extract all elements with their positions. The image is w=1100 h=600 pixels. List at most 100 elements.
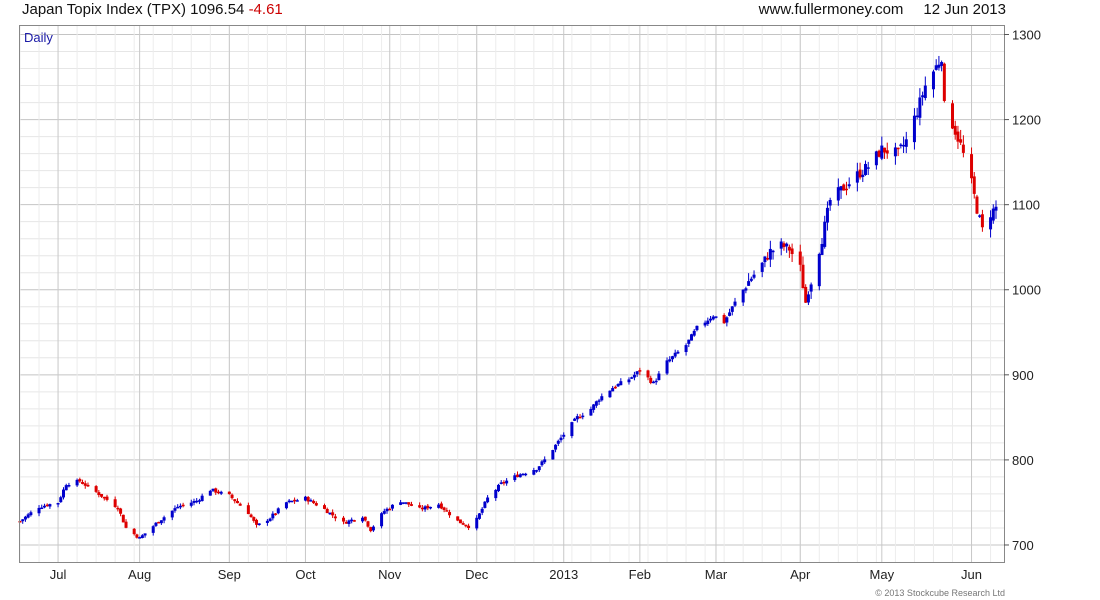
candle-body	[135, 534, 139, 538]
candle	[102, 496, 106, 501]
candle-body	[513, 475, 517, 481]
candle-body	[817, 253, 821, 287]
candle	[619, 378, 623, 386]
candle	[61, 487, 65, 500]
candle	[902, 136, 906, 154]
candle	[233, 499, 237, 504]
candle	[763, 256, 767, 268]
candle	[535, 469, 539, 473]
candle	[768, 240, 772, 268]
candle-body	[899, 144, 903, 147]
candle-body	[961, 144, 965, 153]
candle-body	[467, 525, 471, 529]
candle-body	[331, 512, 335, 516]
candle-body	[575, 416, 579, 420]
candle-body	[314, 503, 318, 506]
candle-body	[771, 250, 775, 253]
candle	[418, 502, 422, 509]
candle-body	[842, 184, 846, 191]
candle-body	[578, 416, 582, 419]
candle	[235, 498, 239, 504]
candle	[842, 183, 846, 191]
candle	[646, 369, 650, 381]
candle-body	[274, 513, 278, 515]
candle	[695, 325, 699, 332]
candle	[532, 467, 536, 476]
candle-body	[931, 71, 935, 90]
candle-body	[766, 258, 770, 260]
candle-body	[132, 528, 136, 535]
candle	[132, 527, 136, 536]
candle-body	[448, 512, 452, 516]
candle	[627, 377, 631, 385]
candle	[268, 517, 272, 522]
candle-body	[173, 508, 177, 511]
y-tick-label: 1000	[1012, 283, 1041, 298]
candle	[632, 371, 636, 381]
candle	[518, 473, 522, 478]
candle-body	[521, 473, 525, 476]
candle	[673, 349, 677, 359]
candle	[959, 129, 963, 146]
candle	[942, 62, 946, 103]
candle-body	[934, 65, 938, 70]
candle-body	[401, 502, 405, 504]
candle	[480, 507, 484, 516]
candle	[211, 488, 215, 493]
candle-body	[56, 503, 60, 505]
candle	[249, 513, 253, 518]
candle-body	[956, 131, 960, 142]
plot-frame	[19, 25, 1005, 563]
candle	[246, 502, 250, 515]
candle-body	[798, 251, 802, 265]
candle-body	[744, 288, 748, 291]
candle-body	[67, 485, 71, 487]
candle	[100, 493, 104, 498]
candle	[502, 480, 506, 486]
candle	[494, 488, 498, 501]
candle	[385, 507, 389, 514]
candle	[554, 444, 558, 453]
candle-body	[181, 504, 185, 507]
candle-body	[695, 325, 699, 331]
candle	[380, 512, 384, 529]
candle-body	[858, 169, 862, 178]
candle-body	[904, 139, 908, 147]
candle-body	[486, 497, 490, 503]
x-tick-label: Mar	[705, 567, 728, 582]
candle-body	[806, 294, 810, 303]
candle	[178, 503, 182, 510]
candle	[255, 518, 259, 528]
candle-body	[785, 243, 789, 247]
candle-body	[953, 125, 957, 135]
candle-body	[711, 316, 715, 320]
candle	[594, 400, 598, 408]
candle-body	[369, 527, 373, 532]
candle-body	[64, 485, 68, 491]
candle	[923, 76, 927, 101]
candle	[257, 523, 261, 526]
candle-body	[725, 317, 729, 323]
y-tick-label: 1300	[1012, 28, 1041, 43]
candle	[771, 249, 775, 260]
candle	[684, 343, 688, 356]
candle	[725, 316, 729, 327]
candle-body	[668, 359, 672, 362]
candle-body	[276, 508, 280, 514]
candle-body	[306, 497, 310, 502]
candle-body	[749, 278, 753, 281]
candle	[817, 252, 821, 291]
candle-body	[233, 499, 237, 502]
candle	[366, 520, 370, 528]
candle-body	[162, 517, 166, 521]
candle-body	[246, 505, 250, 515]
candle	[361, 516, 365, 523]
candle	[445, 507, 449, 512]
candle	[477, 512, 481, 520]
candle-body	[676, 351, 680, 354]
candle-body	[235, 501, 239, 504]
candle	[825, 201, 829, 231]
candle	[741, 289, 745, 306]
candle	[970, 147, 974, 184]
candle	[388, 507, 392, 511]
